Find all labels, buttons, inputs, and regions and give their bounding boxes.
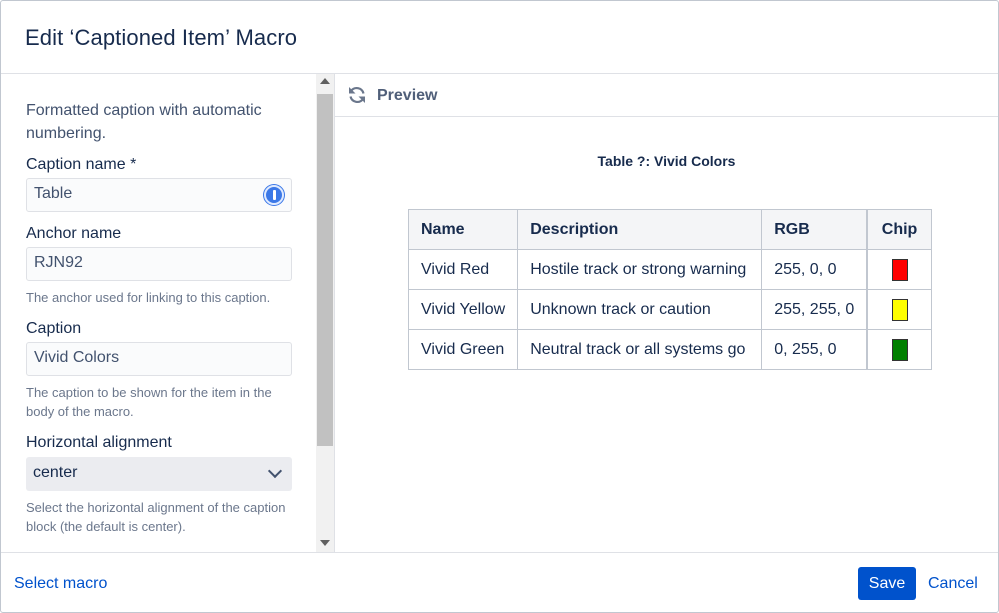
horizontal-alignment-select[interactable]: center bbox=[26, 457, 292, 491]
cell-rgb: 255, 255, 0 bbox=[761, 289, 868, 330]
scrollbar-thumb[interactable] bbox=[317, 94, 333, 446]
caption-value: Vivid Colors bbox=[34, 349, 120, 366]
cell-description: Hostile track or strong warning bbox=[517, 249, 763, 290]
preview-caption: Table ?: Vivid Colors bbox=[597, 153, 736, 169]
color-chip bbox=[891, 298, 908, 321]
caption-name-input[interactable]: Table bbox=[26, 178, 292, 212]
preview-table: Name Description RGB Chip Vivid Red Host… bbox=[407, 209, 932, 370]
macro-dialog: Edit ‘Captioned Item’ Macro Formatted ca… bbox=[0, 0, 999, 613]
caption-help: The caption to be shown for the item in … bbox=[26, 385, 272, 419]
caption-name-label: Caption name * bbox=[26, 156, 137, 173]
save-button[interactable]: Save bbox=[858, 567, 916, 600]
anchor-name-input[interactable]: RJN92 bbox=[26, 247, 292, 281]
scroll-up-arrow-icon[interactable] bbox=[320, 78, 330, 84]
color-chip bbox=[891, 338, 908, 361]
macro-description: Formatted caption with automatic numberi… bbox=[26, 102, 262, 142]
cancel-button[interactable]: Cancel bbox=[928, 575, 978, 593]
column-header-name: Name bbox=[407, 209, 519, 250]
caption-name-value: Table bbox=[34, 185, 73, 202]
column-header-chip: Chip bbox=[866, 209, 932, 250]
dialog-header: Edit ‘Captioned Item’ Macro bbox=[1, 1, 998, 74]
refresh-icon[interactable] bbox=[347, 85, 367, 110]
caption-label: Caption bbox=[26, 320, 82, 337]
preview-label: Preview bbox=[377, 87, 438, 104]
cell-chip bbox=[866, 329, 932, 370]
cell-description: Unknown track or caution bbox=[517, 289, 763, 330]
cell-name: Vivid Red bbox=[407, 249, 519, 290]
parameters-scrollbar[interactable] bbox=[316, 74, 334, 552]
table-row: Vivid Red Hostile track or strong warnin… bbox=[407, 249, 932, 290]
cell-description: Neutral track or all systems go bbox=[517, 329, 763, 370]
horizontal-alignment-label: Horizontal alignment bbox=[26, 434, 172, 451]
scroll-down-arrow-icon[interactable] bbox=[320, 540, 330, 546]
cell-chip bbox=[866, 249, 932, 290]
table-row: Vivid Green Neutral track or all systems… bbox=[407, 329, 932, 370]
anchor-name-label: Anchor name bbox=[26, 225, 122, 242]
chevron-down-icon bbox=[267, 463, 283, 479]
column-header-rgb: RGB bbox=[761, 209, 868, 250]
cell-rgb: 0, 255, 0 bbox=[761, 329, 868, 370]
cell-name: Vivid Green bbox=[407, 329, 519, 370]
horizontal-alignment-value: center bbox=[33, 464, 78, 481]
anchor-name-value: RJN92 bbox=[34, 254, 83, 271]
cell-name: Vivid Yellow bbox=[407, 289, 519, 330]
password-manager-icon[interactable] bbox=[264, 185, 284, 205]
table-row: Vivid Yellow Unknown track or caution 25… bbox=[407, 289, 932, 330]
preview-header: Preview bbox=[335, 74, 998, 117]
column-header-description: Description bbox=[517, 209, 763, 250]
cell-chip bbox=[866, 289, 932, 330]
table-header-row: Name Description RGB Chip bbox=[407, 209, 932, 250]
macro-parameters-pane: Formatted caption with automatic numberi… bbox=[1, 74, 316, 552]
dialog-title: Edit ‘Captioned Item’ Macro bbox=[25, 25, 298, 50]
select-macro-link[interactable]: Select macro bbox=[14, 575, 107, 593]
horizontal-alignment-help: Select the horizontal alignment of the c… bbox=[26, 500, 286, 534]
dialog-footer: Select macro Save Cancel bbox=[1, 552, 998, 612]
color-chip bbox=[891, 258, 908, 281]
cell-rgb: 255, 0, 0 bbox=[761, 249, 868, 290]
anchor-name-help: The anchor used for linking to this capt… bbox=[26, 290, 271, 305]
preview-area: Table ?: Vivid Colors Name Description R… bbox=[335, 118, 998, 552]
caption-input[interactable]: Vivid Colors bbox=[26, 342, 292, 376]
